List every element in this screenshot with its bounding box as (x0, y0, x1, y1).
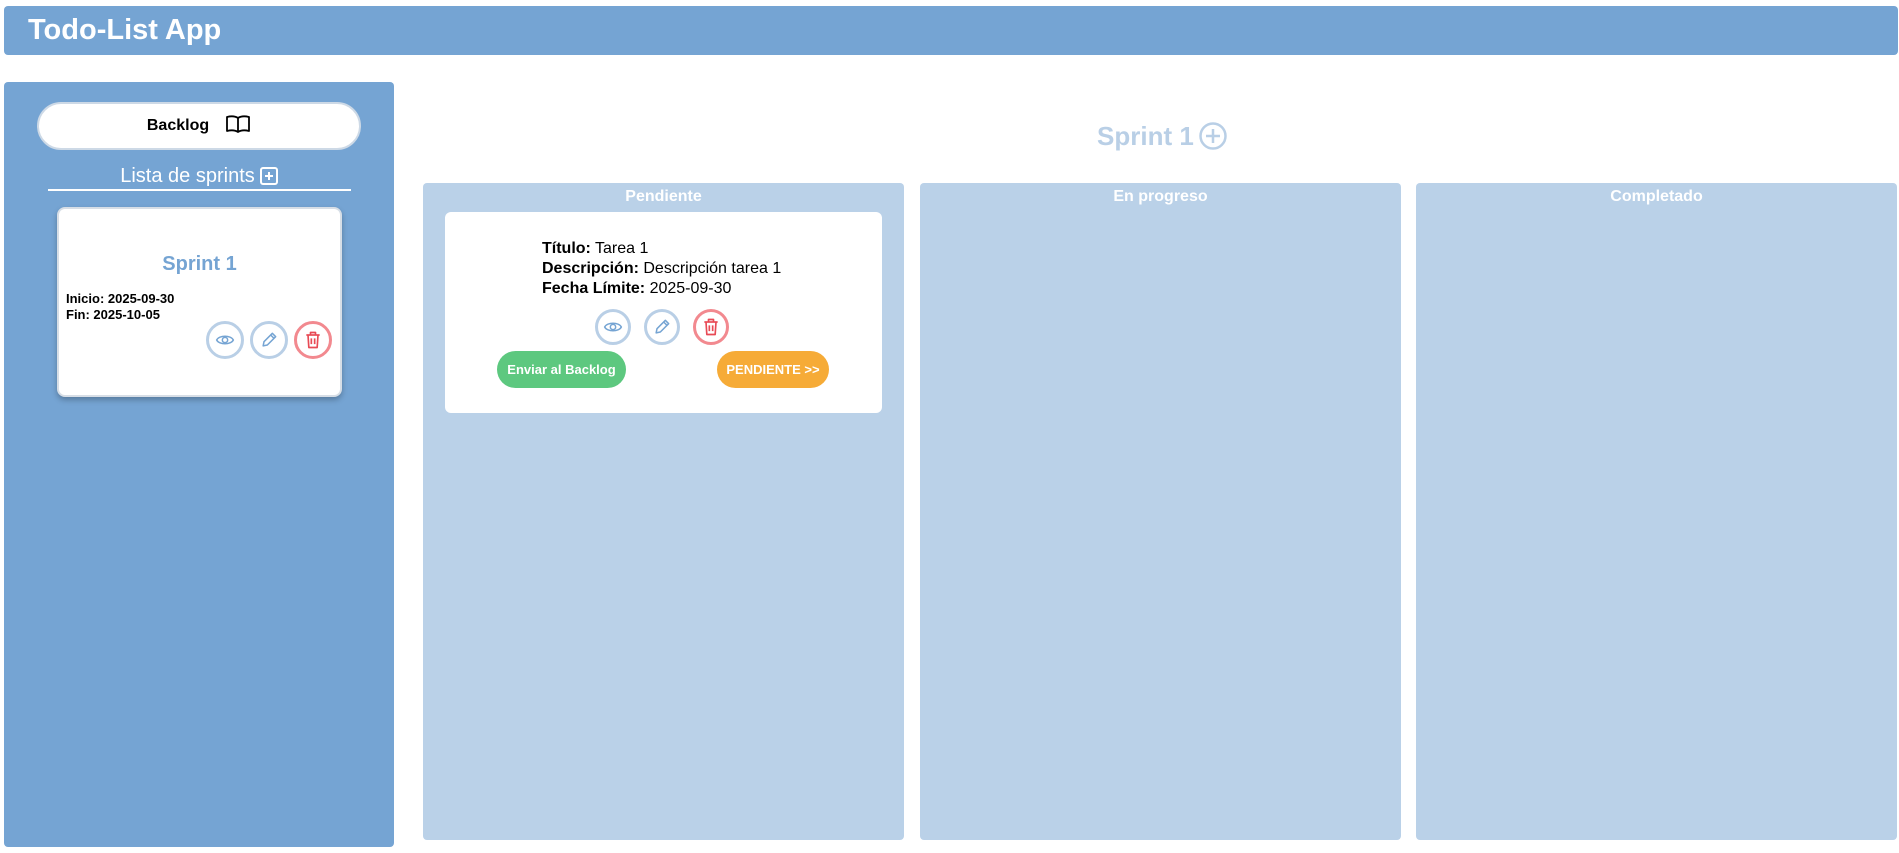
task-description-label: Descripción: (542, 260, 639, 277)
app-header: Todo-List App (4, 6, 1898, 55)
sprints-list-header: Lista de sprints (48, 163, 351, 191)
task-description-row: Descripción: Descripción tarea 1 (542, 259, 781, 279)
view-sprint-button[interactable] (206, 321, 244, 359)
column-title: Completado (1610, 188, 1703, 205)
plus-square-icon[interactable] (259, 166, 279, 186)
current-sprint-title: Sprint 1 (1097, 120, 1194, 151)
current-sprint-header: Sprint 1 (1097, 118, 1228, 154)
task-due-date-value: 2025-09-30 (645, 280, 732, 297)
backlog-button[interactable]: Backlog (37, 102, 361, 150)
column-title: Pendiente (625, 188, 702, 205)
app-title: Todo-List App (28, 14, 222, 46)
task-title-row: Título: Tarea 1 (542, 239, 781, 259)
delete-task-button[interactable] (693, 309, 729, 345)
view-task-button[interactable] (595, 309, 631, 345)
sidebar: Backlog Lista de sprints Sprint 1 Inicio… (4, 82, 394, 847)
backlog-label: Backlog (146, 117, 210, 134)
task-card[interactable]: Título: Tarea 1 Descripción: Descripción… (445, 212, 882, 413)
delete-sprint-button[interactable] (294, 321, 332, 359)
pencil-icon (259, 330, 279, 350)
edit-sprint-button[interactable] (250, 321, 288, 359)
sprints-list-label: Lista de sprints (120, 164, 255, 187)
send-to-backlog-button[interactable]: Enviar al Backlog (497, 351, 626, 388)
pencil-icon (652, 317, 672, 337)
book-icon (225, 114, 251, 139)
column-completed: Completado (1416, 183, 1897, 840)
sprint-start-date: Inicio: 2025-09-30 (66, 291, 175, 306)
column-pending: Pendiente Título: Tarea 1 Descripción: D… (423, 183, 904, 840)
task-info: Título: Tarea 1 Descripción: Descripción… (542, 239, 781, 299)
task-due-date-row: Fecha Límite: 2025-09-30 (542, 279, 781, 299)
edit-task-button[interactable] (644, 309, 680, 345)
task-title-value: Tarea 1 (590, 240, 649, 257)
trash-icon (303, 330, 323, 350)
sprint-card-title: Sprint 1 (162, 253, 237, 275)
task-description-value: Descripción tarea 1 (638, 260, 782, 277)
eye-icon (603, 317, 623, 337)
column-title: En progreso (1113, 188, 1208, 205)
sprint-end-date: Fin: 2025-10-05 (66, 307, 160, 322)
plus-circle-icon[interactable] (1198, 121, 1228, 151)
task-due-date-label: Fecha Límite: (542, 280, 646, 297)
trash-icon (701, 317, 721, 337)
eye-icon (215, 330, 235, 350)
column-in-progress: En progreso (920, 183, 1401, 840)
task-title-label: Título: (542, 240, 591, 257)
advance-status-button[interactable]: PENDIENTE >> (717, 351, 829, 388)
sprint-card[interactable]: Sprint 1 Inicio: 2025-09-30 Fin: 2025-10… (57, 207, 342, 397)
